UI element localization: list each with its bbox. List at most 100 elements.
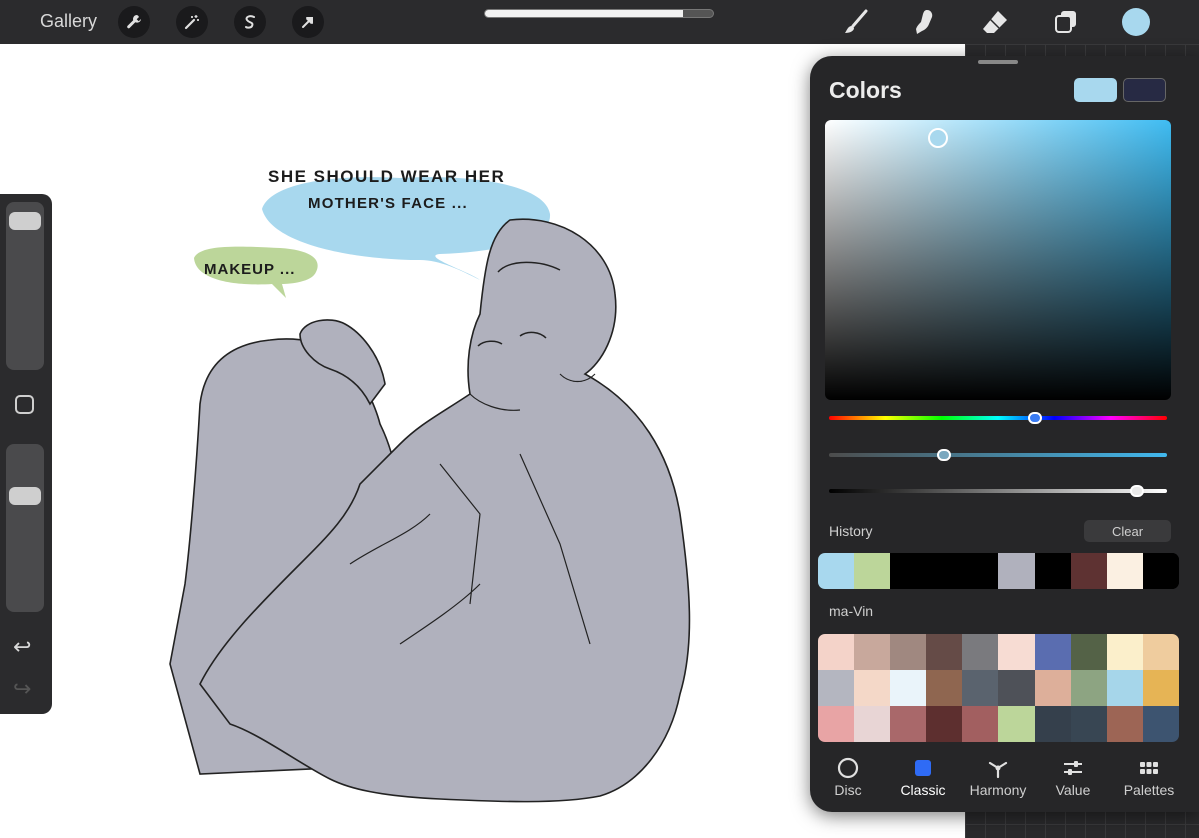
palette-swatch[interactable]	[1070, 706, 1107, 742]
palette-swatch[interactable]	[926, 706, 963, 742]
square-icon[interactable]	[15, 395, 34, 414]
palette-swatch[interactable]	[998, 634, 1035, 670]
colors-panel: Colors History Clear ma-Vin Disc Classic…	[810, 56, 1199, 812]
actions-button[interactable]	[118, 6, 150, 38]
panel-grabber[interactable]	[978, 60, 1018, 64]
brightness-slider-thumb[interactable]	[1129, 485, 1144, 497]
palette-swatch[interactable]	[1034, 706, 1071, 742]
history-swatch[interactable]	[818, 553, 855, 589]
harmony-icon	[988, 761, 1008, 779]
palette-swatch[interactable]	[890, 670, 927, 706]
hue-slider-thumb[interactable]	[1028, 412, 1043, 424]
tab-disc[interactable]: Disc	[810, 750, 886, 812]
layers-button[interactable]	[1050, 6, 1082, 38]
gallery-button[interactable]: Gallery	[40, 11, 97, 32]
palette-swatch[interactable]	[854, 670, 891, 706]
current-color-button[interactable]	[1122, 8, 1150, 36]
undo-icon[interactable]: ↩	[13, 634, 31, 660]
selection-icon	[245, 15, 255, 29]
bubble-text-makeup: MAKEUP ...	[204, 261, 295, 278]
saturation-brightness-picker[interactable]	[825, 120, 1171, 400]
magic-wand-icon	[184, 15, 199, 30]
palette-swatch[interactable]	[1034, 670, 1071, 706]
saturation-slider-thumb[interactable]	[936, 449, 951, 461]
palette-name: ma-Vin	[829, 603, 874, 619]
palette-swatch[interactable]	[926, 634, 963, 670]
color-mode-tabbar: Disc Classic Harmony Value Palettes	[810, 750, 1199, 812]
history-swatch[interactable]	[1142, 553, 1179, 589]
palette-swatch[interactable]	[962, 706, 999, 742]
history-swatch[interactable]	[926, 553, 963, 589]
history-swatch[interactable]	[854, 553, 891, 589]
primary-color-swatch[interactable]	[1074, 78, 1117, 102]
palette-swatch[interactable]	[998, 670, 1035, 706]
sliders-icon	[1064, 761, 1082, 775]
opacity-slider[interactable]	[6, 444, 44, 612]
palette-swatch[interactable]	[1142, 670, 1179, 706]
tab-disc-label: Disc	[834, 782, 862, 798]
opacity-thumb[interactable]	[9, 487, 41, 506]
tab-value-label: Value	[1055, 782, 1091, 798]
saturation-slider[interactable]	[829, 453, 1167, 457]
palette-swatch[interactable]	[818, 670, 855, 706]
palette-swatch[interactable]	[818, 634, 855, 670]
clear-history-button[interactable]: Clear	[1084, 520, 1171, 542]
grid-icon	[1140, 762, 1158, 774]
history-swatch[interactable]	[998, 553, 1035, 589]
wrench-icon	[127, 15, 141, 29]
history-swatch[interactable]	[1034, 553, 1071, 589]
transform-button[interactable]	[292, 6, 324, 38]
adjustments-button[interactable]	[176, 6, 208, 38]
palette-swatch[interactable]	[890, 634, 927, 670]
tab-classic-label: Classic	[900, 782, 946, 798]
redo-icon[interactable]: ↪	[13, 676, 31, 702]
palette-swatch[interactable]	[1142, 634, 1179, 670]
palette-swatch[interactable]	[1070, 670, 1107, 706]
palette-swatch[interactable]	[962, 634, 999, 670]
palette-swatch[interactable]	[1070, 634, 1107, 670]
tab-harmony-label: Harmony	[969, 782, 1027, 798]
history-swatches	[818, 553, 1179, 589]
tab-harmony[interactable]: Harmony	[960, 750, 1036, 812]
layers-icon	[1055, 11, 1076, 33]
panel-title: Colors	[829, 77, 902, 103]
history-swatch[interactable]	[1070, 553, 1107, 589]
color-picker-marker[interactable]	[928, 128, 948, 148]
square-icon	[915, 760, 931, 776]
tab-palettes[interactable]: Palettes	[1111, 750, 1187, 812]
brush-button[interactable]	[840, 6, 872, 38]
history-swatch[interactable]	[890, 553, 927, 589]
left-sidebar: ↩ ↪	[0, 194, 52, 714]
smudge-button[interactable]	[909, 6, 941, 38]
palette-swatch[interactable]	[854, 634, 891, 670]
palette-swatch[interactable]	[818, 706, 855, 742]
circle-icon	[837, 757, 859, 779]
brightness-slider[interactable]	[829, 489, 1167, 493]
history-swatch[interactable]	[1106, 553, 1143, 589]
brush-size-thumb[interactable]	[9, 212, 41, 231]
palette-swatch[interactable]	[998, 706, 1035, 742]
top-toolbar: Gallery	[0, 0, 1199, 44]
palette-swatch[interactable]	[1034, 634, 1071, 670]
history-label: History	[829, 523, 873, 539]
palette-swatches	[818, 634, 1179, 742]
palette-swatch[interactable]	[890, 706, 927, 742]
secondary-color-swatch[interactable]	[1123, 78, 1166, 102]
eraser-button[interactable]	[979, 6, 1011, 38]
palette-swatch[interactable]	[1106, 634, 1143, 670]
palette-swatch[interactable]	[926, 670, 963, 706]
palette-swatch[interactable]	[1106, 706, 1143, 742]
palette-swatch[interactable]	[854, 706, 891, 742]
palette-swatch[interactable]	[962, 670, 999, 706]
brush-icon	[845, 9, 868, 33]
tab-value[interactable]: Value	[1035, 750, 1111, 812]
palette-swatch[interactable]	[1142, 706, 1179, 742]
history-swatch[interactable]	[962, 553, 999, 589]
bubble-text-line-2: MOTHER'S FACE ...	[308, 195, 468, 212]
selection-button[interactable]	[234, 6, 266, 38]
tab-classic[interactable]: Classic	[885, 750, 961, 812]
hue-slider[interactable]	[829, 416, 1167, 420]
palette-swatch[interactable]	[1106, 670, 1143, 706]
brush-size-slider[interactable]	[6, 202, 44, 370]
progress-fill	[485, 10, 684, 17]
